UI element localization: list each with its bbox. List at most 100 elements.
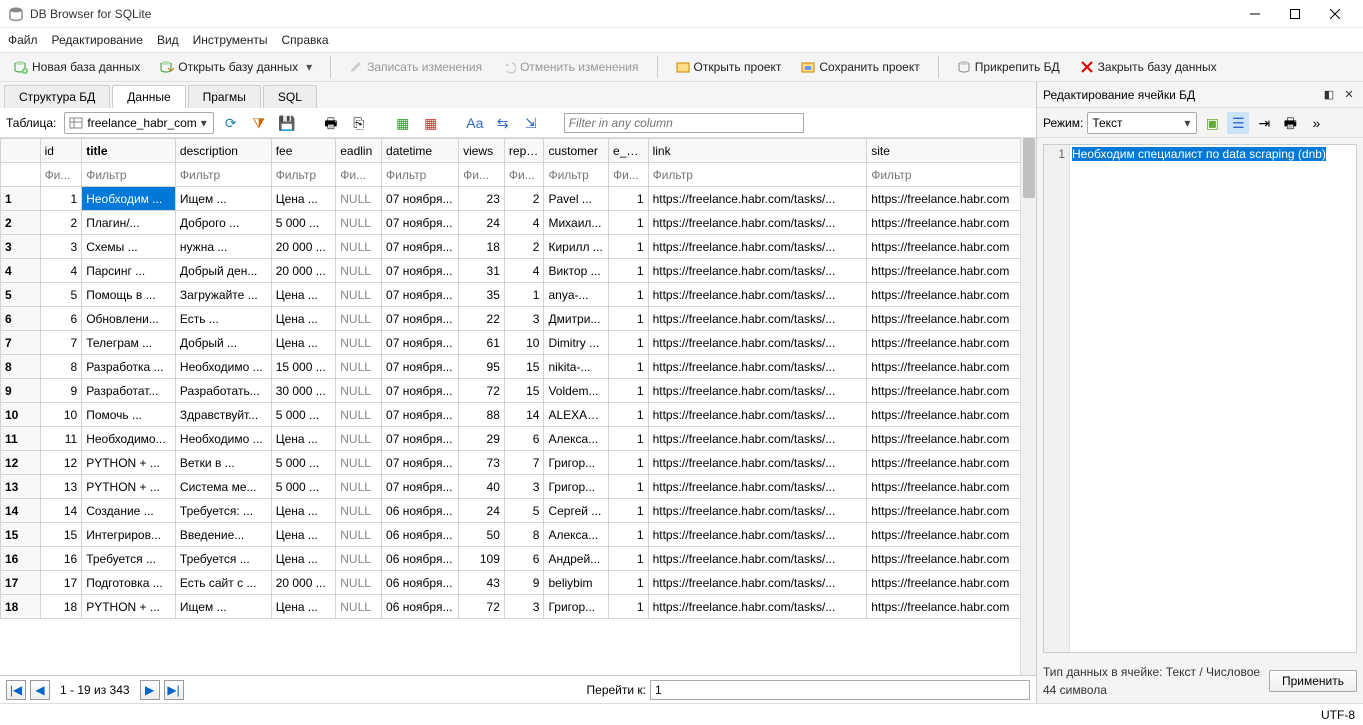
- clear-filters-button[interactable]: ⧩: [248, 112, 270, 134]
- global-filter[interactable]: [564, 113, 804, 133]
- table-row[interactable]: 1414Создание ...Требуется: ...Цена ...NU…: [1, 499, 1036, 523]
- find-button[interactable]: Aa: [464, 112, 486, 134]
- table-toolbar: Таблица: freelance_habr_com ▾ ⟳ ⧩ 💾 🖶 ⎘ …: [0, 108, 1036, 138]
- table-selector[interactable]: freelance_habr_com ▾: [64, 112, 213, 134]
- add-row-button[interactable]: ▦: [392, 112, 414, 134]
- open-db-button[interactable]: Открыть базу данных▾: [152, 57, 320, 77]
- print-cell-button[interactable]: 🖶: [1279, 112, 1301, 134]
- filter-site[interactable]: [867, 164, 1035, 186]
- nav-next[interactable]: ▶: [140, 680, 160, 700]
- close-button[interactable]: [1315, 0, 1355, 28]
- col-views[interactable]: views: [459, 139, 505, 163]
- export-icon: ⇲: [525, 116, 537, 130]
- global-filter-input[interactable]: [564, 113, 804, 133]
- filter-replies[interactable]: [505, 164, 544, 186]
- vertical-scrollbar[interactable]: [1020, 138, 1036, 675]
- col-id[interactable]: id: [40, 139, 82, 163]
- table-row[interactable]: 88Разработка ...Необходимо ...15 000 ...…: [1, 355, 1036, 379]
- table-row[interactable]: 66Обновлени...Есть ...Цена ...NULL07 ноя…: [1, 307, 1036, 331]
- filter-customer[interactable]: [544, 164, 608, 186]
- col-site[interactable]: site: [867, 139, 1036, 163]
- table-row[interactable]: 1111Необходимо...Необходимо ...Цена ...N…: [1, 427, 1036, 451]
- cell-editor[interactable]: 1 Необходим специалист по data scraping …: [1043, 144, 1357, 653]
- minimize-button[interactable]: [1235, 0, 1275, 28]
- col-enum[interactable]: e_nun: [609, 139, 649, 163]
- cell-text[interactable]: Необходим специалист по data scraping (d…: [1072, 147, 1326, 161]
- mode-selector[interactable]: Текст ▾: [1087, 112, 1197, 134]
- col-title[interactable]: title: [82, 139, 176, 163]
- undock-button[interactable]: ◧: [1321, 87, 1337, 103]
- revert-changes-button[interactable]: Отменить изменения: [494, 57, 646, 77]
- save-project-button[interactable]: Сохранить проект: [793, 57, 927, 77]
- table-row[interactable]: 44Парсинг ...Добрый ден...20 000 ...NULL…: [1, 259, 1036, 283]
- table-row[interactable]: 1717Подготовка ...Есть сайт с ...20 000 …: [1, 571, 1036, 595]
- delete-row-button[interactable]: ▦: [420, 112, 442, 134]
- menu-edit[interactable]: Редактирование: [52, 33, 143, 47]
- export-button[interactable]: ⇲: [520, 112, 542, 134]
- col-customer[interactable]: customer: [544, 139, 609, 163]
- table-row[interactable]: 1616Требуется ...Требуется ...Цена ...NU…: [1, 547, 1036, 571]
- tab-pragmas[interactable]: Прагмы: [188, 85, 261, 108]
- refresh-button[interactable]: ⟳: [220, 112, 242, 134]
- panel-close-button[interactable]: ✕: [1341, 87, 1357, 103]
- nav-last[interactable]: ▶|: [164, 680, 184, 700]
- table-row[interactable]: 1313PYTHON + ...Система ме...5 000 ...NU…: [1, 475, 1036, 499]
- menu-tools[interactable]: Инструменты: [193, 33, 268, 47]
- col-link[interactable]: link: [648, 139, 867, 163]
- table-row[interactable]: 1010Помочь ...Здравствуйт...5 000 ...NUL…: [1, 403, 1036, 427]
- maximize-button[interactable]: [1275, 0, 1315, 28]
- table-row[interactable]: 33Схемы ...нужна ...20 000 ...NULL07 ноя…: [1, 235, 1036, 259]
- apply-button[interactable]: Применить: [1269, 670, 1357, 692]
- open-project-button[interactable]: Открыть проект: [668, 57, 790, 77]
- print-button[interactable]: 🖶: [320, 112, 342, 134]
- col-description[interactable]: description: [175, 139, 271, 163]
- filter-enum[interactable]: [609, 164, 648, 186]
- replace-button[interactable]: ⇆: [492, 112, 514, 134]
- row-minus-icon: ▦: [424, 116, 437, 130]
- filter-fee[interactable]: [272, 164, 336, 186]
- col-datetime[interactable]: datetime: [382, 139, 459, 163]
- table-row[interactable]: 11Необходим ...Ищем ...Цена ...NULL07 но…: [1, 187, 1036, 211]
- filter-description[interactable]: [176, 164, 271, 186]
- tab-structure[interactable]: Структура БД: [4, 85, 110, 108]
- more-button[interactable]: »: [1305, 112, 1327, 134]
- filter-link[interactable]: [649, 164, 867, 186]
- text-mode-button[interactable]: ☰: [1227, 112, 1249, 134]
- table-row[interactable]: 1212PYTHON + ...Ветки в ...5 000 ...NULL…: [1, 451, 1036, 475]
- menu-view[interactable]: Вид: [157, 33, 179, 47]
- new-db-button[interactable]: Новая база данных: [6, 57, 148, 77]
- filter-title[interactable]: [82, 164, 175, 186]
- attach-icon: [957, 60, 971, 74]
- replace-icon: ⇆: [497, 116, 509, 130]
- close-db-button[interactable]: Закрыть базу данных: [1072, 57, 1225, 77]
- tab-data[interactable]: Данные: [112, 85, 185, 108]
- filter-deadline[interactable]: [336, 164, 381, 186]
- col-deadline[interactable]: eadlin: [336, 139, 382, 163]
- nav-first[interactable]: |◀: [6, 680, 26, 700]
- table-row[interactable]: 22Плагин/...Доброго ...5 000 ...NULL07 н…: [1, 211, 1036, 235]
- goto-input[interactable]: [650, 680, 1030, 700]
- menu-file[interactable]: Файл: [8, 33, 38, 47]
- col-replies[interactable]: replies: [504, 139, 544, 163]
- copy-button[interactable]: ⎘: [348, 112, 370, 134]
- image-mode-button[interactable]: ▣: [1201, 112, 1223, 134]
- save-filter-button[interactable]: 💾: [276, 112, 298, 134]
- filter-id[interactable]: [41, 164, 82, 186]
- filter-datetime[interactable]: [382, 164, 458, 186]
- col-fee[interactable]: fee: [271, 139, 336, 163]
- table-row[interactable]: 1515Интегриров...Введение...Цена ...NULL…: [1, 523, 1036, 547]
- nav-prev[interactable]: ◀: [30, 680, 50, 700]
- filter-views[interactable]: [459, 164, 504, 186]
- indent-button[interactable]: ⇥: [1253, 112, 1275, 134]
- data-grid[interactable]: id title description fee eadlin datetime…: [0, 138, 1036, 675]
- main-toolbar: Новая база данных Открыть базу данных▾ З…: [0, 52, 1363, 82]
- table-row[interactable]: 99Разработат...Разработать...30 000 ...N…: [1, 379, 1036, 403]
- tab-sql[interactable]: SQL: [263, 85, 317, 108]
- menu-help[interactable]: Справка: [281, 33, 328, 47]
- table-row[interactable]: 77Телеграм ...Добрый ...Цена ...NULL07 н…: [1, 331, 1036, 355]
- table-row[interactable]: 55Помощь в ...Загружайте ...Цена ...NULL…: [1, 283, 1036, 307]
- attach-db-button[interactable]: Прикрепить БД: [949, 57, 1068, 77]
- table-row[interactable]: 1818PYTHON + ...Ищем ...Цена ...NULL06 н…: [1, 595, 1036, 619]
- line-number: 1: [1044, 145, 1070, 652]
- write-changes-button[interactable]: Записать изменения: [341, 57, 490, 77]
